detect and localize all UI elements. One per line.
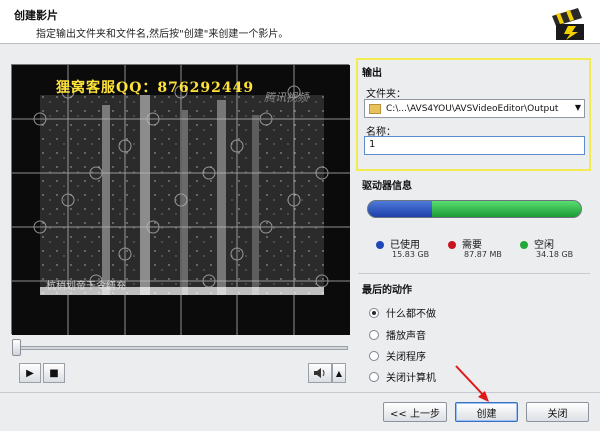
radio-close-program[interactable]: 关闭程序: [369, 348, 426, 363]
radio-label: 什么都不做: [386, 309, 436, 320]
folder-label: 文件夹：: [366, 89, 406, 100]
back-button[interactable]: << 上一步: [383, 402, 447, 422]
film-clapper-icon: [548, 4, 588, 42]
close-button[interactable]: 关闭: [526, 402, 589, 422]
needed-dot-icon: [448, 241, 456, 249]
chevron-down-icon[interactable]: ▼: [575, 103, 581, 112]
folder-select[interactable]: C:\...\AVS4YOU\AVSVideoEditor\Output ▼: [364, 99, 585, 118]
used-dot-icon: [376, 241, 384, 249]
radio-label: 关闭计算机: [386, 373, 436, 384]
radio-icon[interactable]: [369, 329, 379, 340]
radio-label: 关闭程序: [386, 352, 426, 363]
output-section-label: 输出: [362, 68, 382, 79]
radio-icon[interactable]: [369, 371, 379, 382]
legend-used-value: 15.83 GB: [392, 250, 430, 259]
legend-free-value: 34.18 GB: [536, 250, 574, 259]
legend-needed-value: 87.87 MB: [464, 250, 502, 259]
page-subtitle: 指定输出文件夹和文件名,然后按"创建"来创建一个影片。: [36, 29, 289, 40]
radio-icon[interactable]: [369, 350, 379, 361]
stop-icon: ■: [49, 367, 59, 379]
folder-path: C:\...\AVS4YOU\AVSVideoEditor\Output: [386, 103, 559, 114]
legend-used: 已使用 15.83 GB: [376, 236, 429, 259]
video-subtitle: 杭稍划帝干令缮充: [46, 281, 126, 292]
play-icon: ▶: [26, 367, 34, 379]
video-watermark: 腾讯视频: [264, 91, 308, 104]
speaker-icon: [314, 368, 325, 378]
final-action-label: 最后的动作: [362, 285, 412, 296]
overlay-text: 狸窝客服QQ：876292449: [56, 80, 255, 96]
header-panel: 创建影片 指定输出文件夹和文件名,然后按"创建"来创建一个影片。: [0, 0, 600, 44]
drive-usage-bar: [367, 200, 582, 218]
stop-button[interactable]: ■: [43, 363, 65, 383]
folder-icon: [369, 103, 381, 114]
chevron-up-icon: ▲: [335, 368, 343, 378]
radio-do-nothing[interactable]: 什么都不做: [369, 305, 436, 320]
drive-free-fill: [431, 201, 581, 217]
radio-shutdown[interactable]: 关闭计算机: [369, 369, 436, 384]
video-preview: 狸窝客服QQ：876292449 腾讯视频 杭稍划帝干令缮充: [11, 64, 350, 335]
seek-bar[interactable]: [12, 346, 348, 350]
drive-section-label: 驱动器信息: [362, 181, 412, 192]
radio-label: 播放声音: [386, 331, 426, 342]
legend-needed: 需要 87.87 MB: [448, 236, 502, 259]
name-input[interactable]: 1: [364, 136, 585, 155]
legend-free: 空闲 34.18 GB: [520, 236, 573, 259]
page-title: 创建影片: [14, 9, 58, 22]
free-dot-icon: [520, 241, 528, 249]
seek-thumb[interactable]: [12, 339, 21, 356]
radio-icon[interactable]: [369, 307, 379, 318]
volume-button[interactable]: [308, 363, 332, 383]
footer-divider: [0, 392, 600, 393]
radio-play-sound[interactable]: 播放声音: [369, 327, 426, 342]
volume-menu-button[interactable]: ▲: [332, 363, 346, 383]
red-arrow-icon: [455, 365, 489, 402]
drive-used-fill: [368, 201, 432, 217]
divider: [358, 273, 590, 274]
play-button[interactable]: ▶: [19, 363, 41, 383]
